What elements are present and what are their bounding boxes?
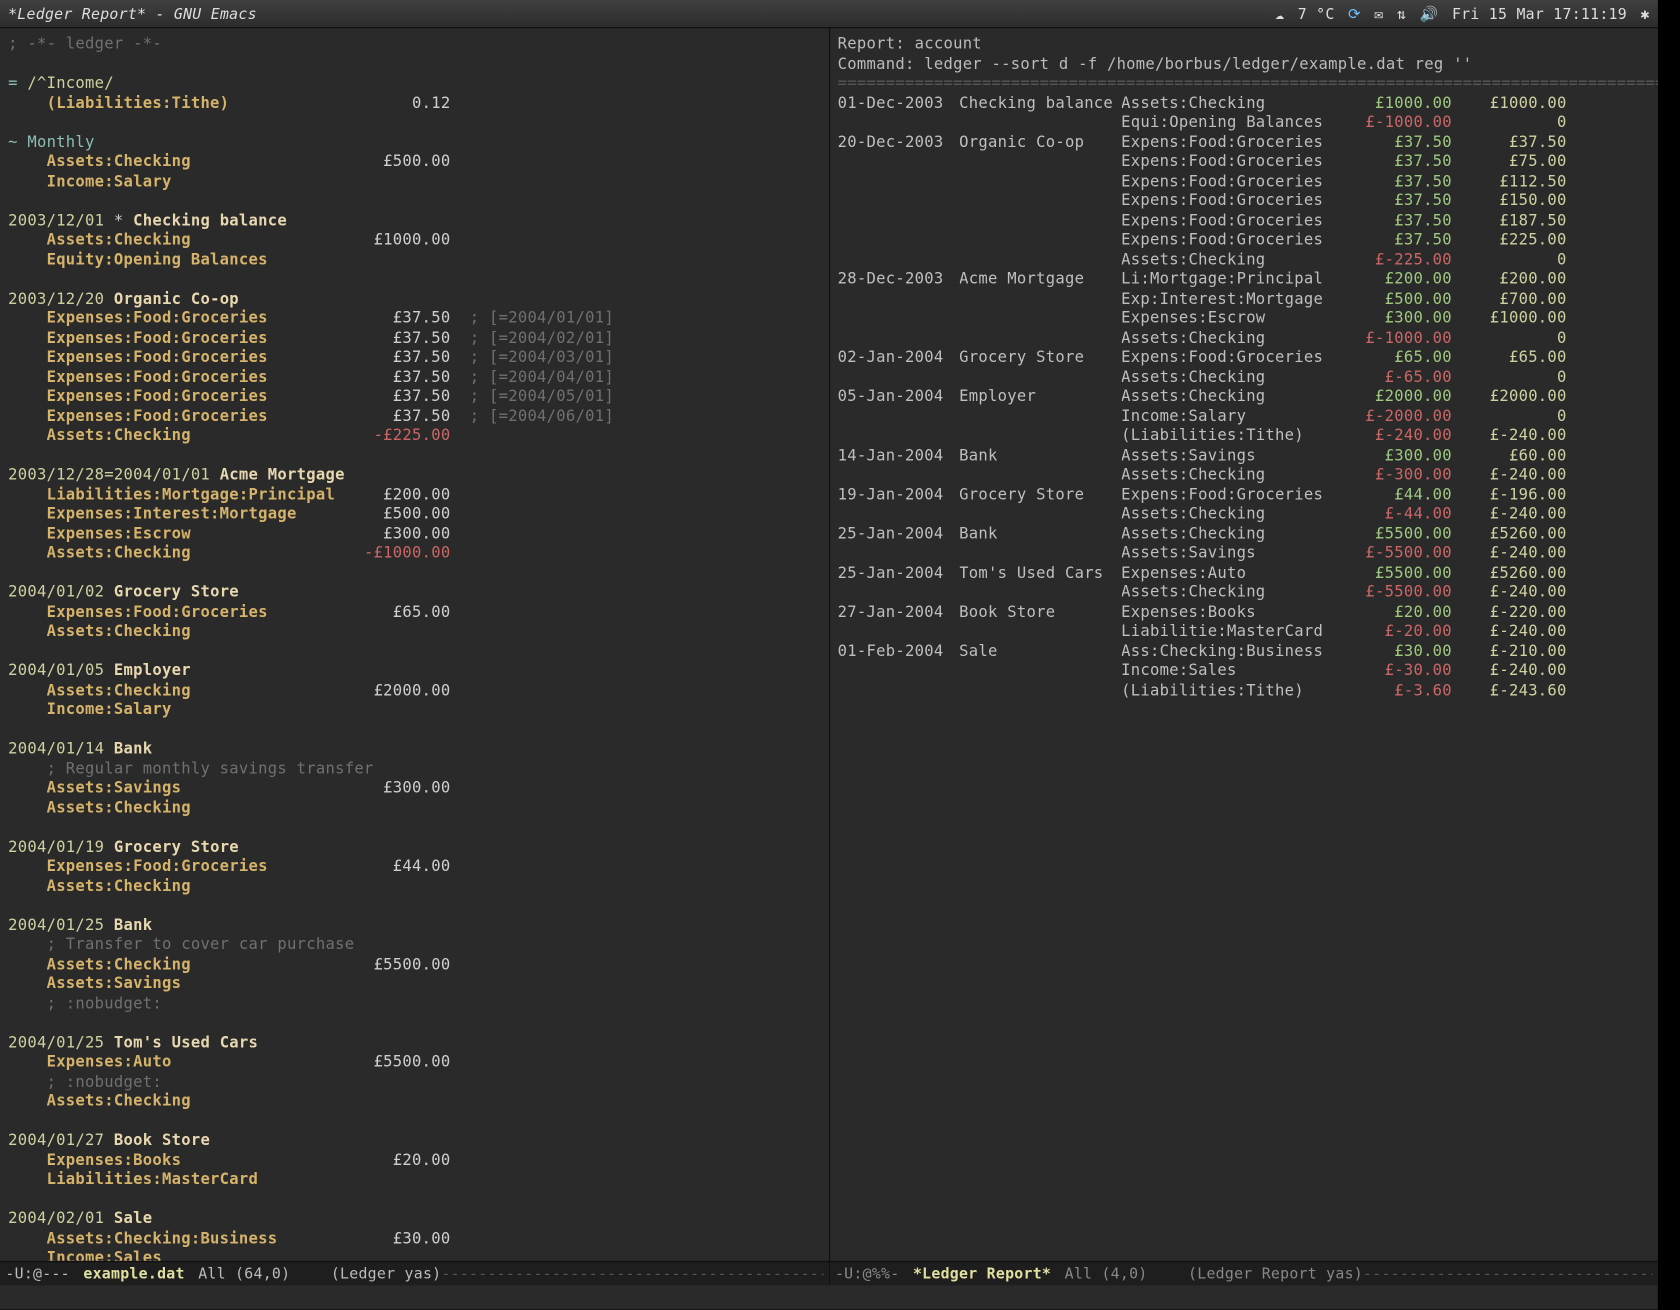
- report-row: Expens:Food:Groceries£37.50£225.00: [838, 230, 1650, 250]
- posting-line: Expenses:Food:Groceries £37.50 ; [=2004/…: [8, 386, 820, 406]
- posting-line: Income:Sales: [8, 1247, 820, 1261]
- clock: Fri 15 Mar 17:11:19: [1452, 5, 1627, 23]
- transaction-header: 2004/01/19 Grocery Store: [8, 836, 820, 856]
- posting-line: Expenses:Food:Groceries £37.50 ; [=2004/…: [8, 367, 820, 387]
- left-modeline: -U:@--- example.dat All (64,0) (Ledger y…: [0, 1261, 828, 1285]
- report-row: Assets:Checking£-300.00£-240.00: [838, 464, 1650, 484]
- posting-line: Expenses:Food:Groceries £37.50 ; [=2004/…: [8, 347, 820, 367]
- report-row: 14-Jan-2004BankAssets:Savings£300.00£60.…: [838, 445, 1650, 465]
- posting-line: Liabilities:Mortgage:Principal £200.00: [8, 484, 820, 504]
- report-row: (Liabilities:Tithe)£-3.60£-243.60: [838, 680, 1650, 700]
- weather-icon: ☁: [1275, 5, 1284, 23]
- posting-line: Liabilities:MasterCard: [8, 1169, 820, 1189]
- posting-line: Expenses:Food:Groceries £65.00: [8, 601, 820, 621]
- posting-line: Assets:Checking: [8, 621, 820, 641]
- ledger-report-buffer[interactable]: Report: accountCommand: ledger --sort d …: [830, 28, 1658, 1261]
- report-row: Expens:Food:Groceries£37.50£112.50: [838, 171, 1650, 191]
- report-row: Assets:Savings£-5500.00£-240.00: [838, 543, 1650, 563]
- posting-line: Assets:Checking:Business £30.00: [8, 1228, 820, 1248]
- report-row: Equi:Opening Balances£-1000.000: [838, 112, 1650, 132]
- posting-line: Assets:Checking £2000.00: [8, 680, 820, 700]
- left-pane: ; -*- ledger -*- = /^Income/ (Liabilitie…: [0, 28, 830, 1285]
- window-title: *Ledger Report* - GNU Emacs: [8, 5, 257, 23]
- transaction-header: 2004/01/05 Employer: [8, 660, 820, 680]
- posting-line: Assets:Checking £5500.00: [8, 954, 820, 974]
- report-row: Expens:Food:Groceries£37.50£150.00: [838, 190, 1650, 210]
- posting-line: Expenses:Books £20.00: [8, 1150, 820, 1170]
- posting-line: Assets:Checking: [8, 1091, 820, 1111]
- report-row: Expens:Food:Groceries£37.50£187.50: [838, 210, 1650, 230]
- posting-line: Expenses:Escrow £300.00: [8, 523, 820, 543]
- report-row: 25-Jan-2004Tom's Used CarsExpenses:Auto£…: [838, 562, 1650, 582]
- report-row: 19-Jan-2004Grocery StoreExpens:Food:Groc…: [838, 484, 1650, 504]
- report-row: 01-Feb-2004SaleAss:Checking:Business£30.…: [838, 641, 1650, 661]
- posting-line: Income:Salary: [8, 171, 820, 191]
- posting-line: Expenses:Food:Groceries £44.00: [8, 856, 820, 876]
- posting-line: Assets:Savings: [8, 973, 820, 993]
- posting-line: Assets:Checking -£1000.00: [8, 543, 820, 563]
- minibuffer[interactable]: [0, 1285, 1658, 1309]
- report-row: Assets:Checking£-1000.000: [838, 327, 1650, 347]
- report-command: Command: ledger --sort d -f /home/borbus…: [838, 53, 1650, 73]
- posting-line: Assets:Checking £500.00: [8, 151, 820, 171]
- posting-line: (Liabilities:Tithe) 0.12: [8, 92, 820, 112]
- posting-line: Income:Salary: [8, 699, 820, 719]
- weather-temp: 7 °C: [1298, 5, 1335, 23]
- report-row: Income:Salary£-2000.000: [838, 406, 1650, 426]
- refresh-icon[interactable]: ⟳: [1348, 5, 1361, 23]
- report-row: Expens:Food:Groceries£37.50£75.00: [838, 151, 1650, 171]
- posting-line: Assets:Savings £300.00: [8, 778, 820, 798]
- report-row: 25-Jan-2004BankAssets:Checking£5500.00£5…: [838, 523, 1650, 543]
- transaction-header: 2004/01/25 Bank: [8, 915, 820, 935]
- transaction-header: 2004/02/01 Sale: [8, 1208, 820, 1228]
- right-modeline: -U:@%%- *Ledger Report* All (4,0) (Ledge…: [830, 1261, 1658, 1285]
- report-row: 02-Jan-2004Grocery StoreExpens:Food:Groc…: [838, 347, 1650, 367]
- report-row: Exp:Interest:Mortgage£500.00£700.00: [838, 288, 1650, 308]
- posting-line: Expenses:Food:Groceries £37.50 ; [=2004/…: [8, 327, 820, 347]
- posting-line: Expenses:Interest:Mortgage £500.00: [8, 504, 820, 524]
- transaction-header: 2003/12/28=2004/01/01 Acme Mortgage: [8, 464, 820, 484]
- report-row: 01-Dec-2003Checking balanceAssets:Checki…: [838, 92, 1650, 112]
- report-row: Assets:Checking£-5500.00£-240.00: [838, 582, 1650, 602]
- posting-line: Assets:Checking -£225.00: [8, 425, 820, 445]
- transaction-header: 2003/12/20 Organic Co-op: [8, 288, 820, 308]
- report-row: Expenses:Escrow£300.00£1000.00: [838, 308, 1650, 328]
- settings-icon[interactable]: ✱: [1640, 5, 1649, 23]
- ledger-source-buffer[interactable]: ; -*- ledger -*- = /^Income/ (Liabilitie…: [0, 28, 828, 1261]
- network-icon[interactable]: ⇅: [1397, 5, 1406, 23]
- transaction-header: 2004/01/27 Book Store: [8, 1130, 820, 1150]
- report-row: 05-Jan-2004EmployerAssets:Checking£2000.…: [838, 386, 1650, 406]
- report-row: (Liabilities:Tithe)£-240.00£-240.00: [838, 425, 1650, 445]
- report-separator: ========================================…: [838, 73, 1650, 93]
- posting-line: Expenses:Auto £5500.00: [8, 1052, 820, 1072]
- comment-line: ; -*- ledger -*-: [8, 34, 820, 54]
- posting-line: Assets:Checking: [8, 875, 820, 895]
- system-tray: ☁ 7 °C ⟳ ✉ ⇅ 🔊 Fri 15 Mar 17:11:19 ✱: [1275, 5, 1650, 23]
- window-titlebar: *Ledger Report* - GNU Emacs ☁ 7 °C ⟳ ✉ ⇅…: [0, 0, 1658, 28]
- transaction-header: 2004/01/02 Grocery Store: [8, 582, 820, 602]
- report-header: Report: account: [838, 34, 1650, 54]
- transaction-header: 2004/01/25 Tom's Used Cars: [8, 1032, 820, 1052]
- report-row: Liabilitie:MasterCard£-20.00£-240.00: [838, 621, 1650, 641]
- mail-icon[interactable]: ✉: [1374, 5, 1383, 23]
- transaction-header: 2004/01/14 Bank: [8, 738, 820, 758]
- report-row: Assets:Checking£-44.00£-240.00: [838, 504, 1650, 524]
- report-row: 27-Jan-2004Book StoreExpenses:Books£20.0…: [838, 601, 1650, 621]
- right-pane: Report: accountCommand: ledger --sort d …: [830, 28, 1658, 1285]
- posting-line: Expenses:Food:Groceries £37.50 ; [=2004/…: [8, 308, 820, 328]
- transaction-header: 2003/12/01 * Checking balance: [8, 210, 820, 230]
- posting-line: Assets:Checking: [8, 797, 820, 817]
- report-row: 20-Dec-2003Organic Co-opExpens:Food:Groc…: [838, 132, 1650, 152]
- posting-line: Equity:Opening Balances: [8, 249, 820, 269]
- report-row: 28-Dec-2003Acme MortgageLi:Mortgage:Prin…: [838, 269, 1650, 289]
- report-row: Assets:Checking£-65.000: [838, 367, 1650, 387]
- volume-icon[interactable]: 🔊: [1420, 5, 1439, 23]
- report-row: Assets:Checking£-225.000: [838, 249, 1650, 269]
- posting-line: Expenses:Food:Groceries £37.50 ; [=2004/…: [8, 406, 820, 426]
- posting-line: Assets:Checking £1000.00: [8, 230, 820, 250]
- report-row: Income:Sales£-30.00£-240.00: [838, 660, 1650, 680]
